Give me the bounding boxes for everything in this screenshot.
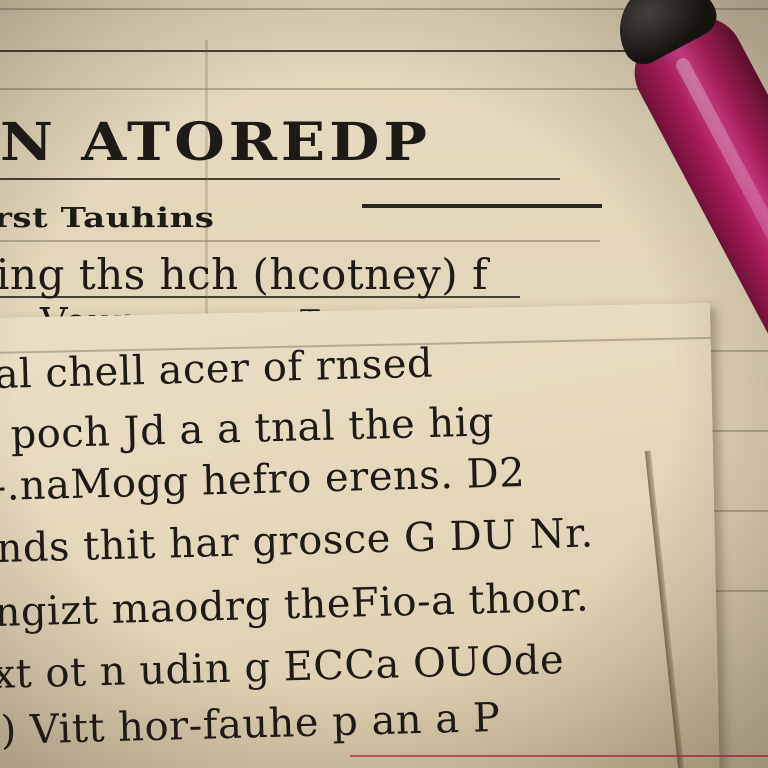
red-margin-line bbox=[350, 755, 768, 757]
document-title: N ATOREDP bbox=[0, 111, 432, 173]
ruled-line bbox=[0, 50, 640, 52]
photo-scene: N ATOREDP rst Tauhins ing ths hch (hcotn… bbox=[0, 0, 768, 768]
ruled-line bbox=[0, 240, 600, 242]
handwritten-line: ing ths hch (hcotney) f bbox=[0, 250, 489, 299]
ruled-line bbox=[0, 178, 560, 180]
document-subtitle: rst Tauhins bbox=[0, 202, 215, 234]
underline bbox=[362, 204, 602, 208]
ruled-line bbox=[0, 88, 700, 90]
